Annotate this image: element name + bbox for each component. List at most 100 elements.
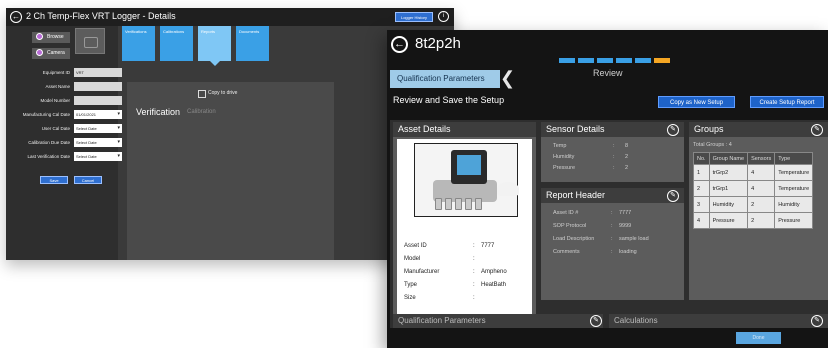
chevron-left-icon[interactable]: ❮ bbox=[500, 69, 520, 88]
device-screen bbox=[457, 155, 481, 175]
window-title: 2 Ch Temp-Flex VRT Logger - Details bbox=[26, 11, 176, 21]
copy-to-drive-icon[interactable] bbox=[198, 90, 206, 98]
sensor-cylinder bbox=[445, 198, 452, 210]
field-label: Manufacturing Cal Date bbox=[22, 112, 70, 117]
table-row[interactable]: 3 Humidity 2 Humidity bbox=[693, 196, 814, 213]
model-number-input[interactable] bbox=[74, 96, 122, 105]
table-cell: 2 bbox=[693, 180, 710, 197]
table-cell: trGrp2 bbox=[708, 164, 749, 181]
sensor-value: 8 bbox=[625, 143, 629, 149]
tab-verification[interactable]: Verification bbox=[136, 107, 180, 117]
window-title: 8t2p2h bbox=[415, 35, 461, 52]
separator: : bbox=[611, 236, 613, 242]
sensor-cylinder bbox=[435, 198, 442, 210]
table-row[interactable]: 2 trGrp1 4 Temperature bbox=[693, 180, 814, 197]
report-header-card: Report Header ✎ Asset ID # : 7777 SOP Pr… bbox=[541, 188, 684, 300]
asset-id-label: Asset ID bbox=[404, 243, 427, 249]
sensor-label: Pressure bbox=[553, 165, 576, 171]
report-label: Comments bbox=[553, 249, 580, 255]
groups-title: Groups bbox=[689, 122, 828, 137]
asset-details-title: Asset Details bbox=[393, 122, 536, 137]
mfg-cal-date-select[interactable]: 01/01/2021 bbox=[74, 110, 122, 119]
edit-icon[interactable]: ✎ bbox=[590, 315, 602, 327]
browse-label: Browse bbox=[47, 34, 64, 40]
table-cell: 4 bbox=[747, 164, 776, 181]
table-row[interactable]: 1 trGrp2 4 Temperature bbox=[693, 164, 814, 181]
separator: : bbox=[473, 282, 475, 288]
sensor-details-title: Sensor Details bbox=[541, 122, 684, 137]
size-label: Size bbox=[404, 295, 416, 301]
step-title: Review bbox=[593, 68, 623, 78]
copy-as-new-setup-button[interactable]: Copy as New Setup bbox=[658, 96, 735, 108]
camera-button[interactable]: Camera bbox=[32, 48, 70, 59]
manufacturer-label: Manufacturer bbox=[404, 269, 440, 275]
report-value: 7777 bbox=[619, 210, 632, 216]
edit-icon[interactable]: ✎ bbox=[811, 315, 823, 327]
camera-label: Camera bbox=[47, 50, 65, 56]
type-value: HeatBath bbox=[481, 282, 507, 288]
cal-due-date-select[interactable]: Select Date bbox=[74, 138, 122, 147]
calculations-section: Calculations bbox=[609, 314, 828, 328]
separator: : bbox=[611, 249, 613, 255]
table-row[interactable]: 4 Pressure 2 Pressure bbox=[693, 212, 814, 229]
column-header: Type bbox=[774, 152, 814, 165]
logger-history-button[interactable]: Logger History bbox=[395, 12, 433, 22]
tile-calibrations[interactable]: Calibrations bbox=[160, 26, 193, 61]
edit-icon[interactable]: ✎ bbox=[667, 190, 679, 202]
asset-photo bbox=[414, 143, 519, 217]
sensor-value: 2 bbox=[625, 154, 629, 160]
report-label: SOP Protocol bbox=[553, 223, 587, 229]
cancel-button[interactable]: Cancel bbox=[74, 176, 102, 184]
create-setup-report-button[interactable]: Create Setup Report bbox=[750, 96, 824, 108]
save-button[interactable]: Save bbox=[40, 176, 68, 184]
report-value: loading bbox=[619, 249, 637, 255]
asset-id-value: 7777 bbox=[481, 243, 495, 249]
user-cal-date-select[interactable]: Select Date bbox=[74, 124, 122, 133]
camera-icon bbox=[36, 49, 43, 57]
model-label: Model bbox=[404, 256, 421, 262]
tile-reports[interactable]: Reports bbox=[198, 26, 231, 66]
done-button[interactable]: Done bbox=[736, 332, 781, 344]
separator: : bbox=[613, 143, 615, 149]
wizard-step-indicator bbox=[635, 58, 651, 63]
back-arrow-icon[interactable]: ← bbox=[10, 11, 22, 23]
last-verification-date-select[interactable]: Select Date bbox=[74, 152, 122, 161]
page-subtitle: Review and Save the Setup bbox=[393, 95, 505, 105]
column-header: Sensors bbox=[747, 152, 776, 165]
sensor-details-card: Sensor Details ✎ Temp : 8 Humidity : 2 P… bbox=[541, 122, 684, 182]
asset-details-body: Asset ID : 7777 Model : Manufacturer : A… bbox=[397, 139, 532, 328]
sensor-label: Temp bbox=[553, 143, 567, 149]
camera-placeholder-image bbox=[75, 28, 105, 54]
table-cell: 4 bbox=[693, 212, 710, 229]
browse-icon bbox=[36, 33, 43, 41]
back-arrow-icon[interactable]: ← bbox=[391, 36, 408, 53]
field-label: Asset Name bbox=[45, 84, 70, 89]
tab-calibration[interactable]: Calibration bbox=[187, 109, 216, 115]
tile-verifications[interactable]: Verifications bbox=[122, 26, 155, 61]
field-label: Last Verification Date bbox=[27, 154, 70, 159]
tile-documents[interactable]: Documents bbox=[236, 26, 269, 61]
groups-table-wrap: No. Group Name Sensors Type 1 trGrp2 4 T… bbox=[693, 152, 828, 229]
copy-to-drive-link[interactable]: Copy to drive bbox=[208, 90, 237, 96]
separator: : bbox=[473, 295, 475, 301]
edit-icon[interactable]: ✎ bbox=[667, 124, 679, 136]
qualification-parameters-tab[interactable]: Qualification Parameters bbox=[390, 70, 500, 88]
browse-button[interactable]: Browse bbox=[32, 32, 70, 43]
wizard-step-indicator bbox=[578, 58, 594, 63]
field-label: Model Number bbox=[40, 98, 70, 103]
sensor-cylinder bbox=[455, 198, 462, 210]
report-header-title: Report Header bbox=[541, 188, 684, 203]
asset-name-input[interactable] bbox=[74, 82, 122, 91]
table-cell: trGrp1 bbox=[708, 180, 749, 197]
separator: : bbox=[473, 269, 475, 275]
report-value: 9999 bbox=[619, 223, 632, 229]
setup-review-window: ← 8t2p2h Review Qualification Parameters… bbox=[387, 30, 828, 348]
groups-card: Groups ✎ Total Groups : 4 No. Group Name… bbox=[689, 122, 828, 300]
info-icon[interactable]: i bbox=[438, 11, 449, 22]
edit-icon[interactable]: ✎ bbox=[811, 124, 823, 136]
equipment-id-input[interactable]: VRT bbox=[74, 68, 122, 77]
total-groups: Total Groups : 4 bbox=[693, 142, 732, 148]
field-label: Calibration Due Date bbox=[28, 140, 70, 145]
field-label: User Cal Date bbox=[41, 126, 70, 131]
separator: : bbox=[473, 256, 475, 262]
